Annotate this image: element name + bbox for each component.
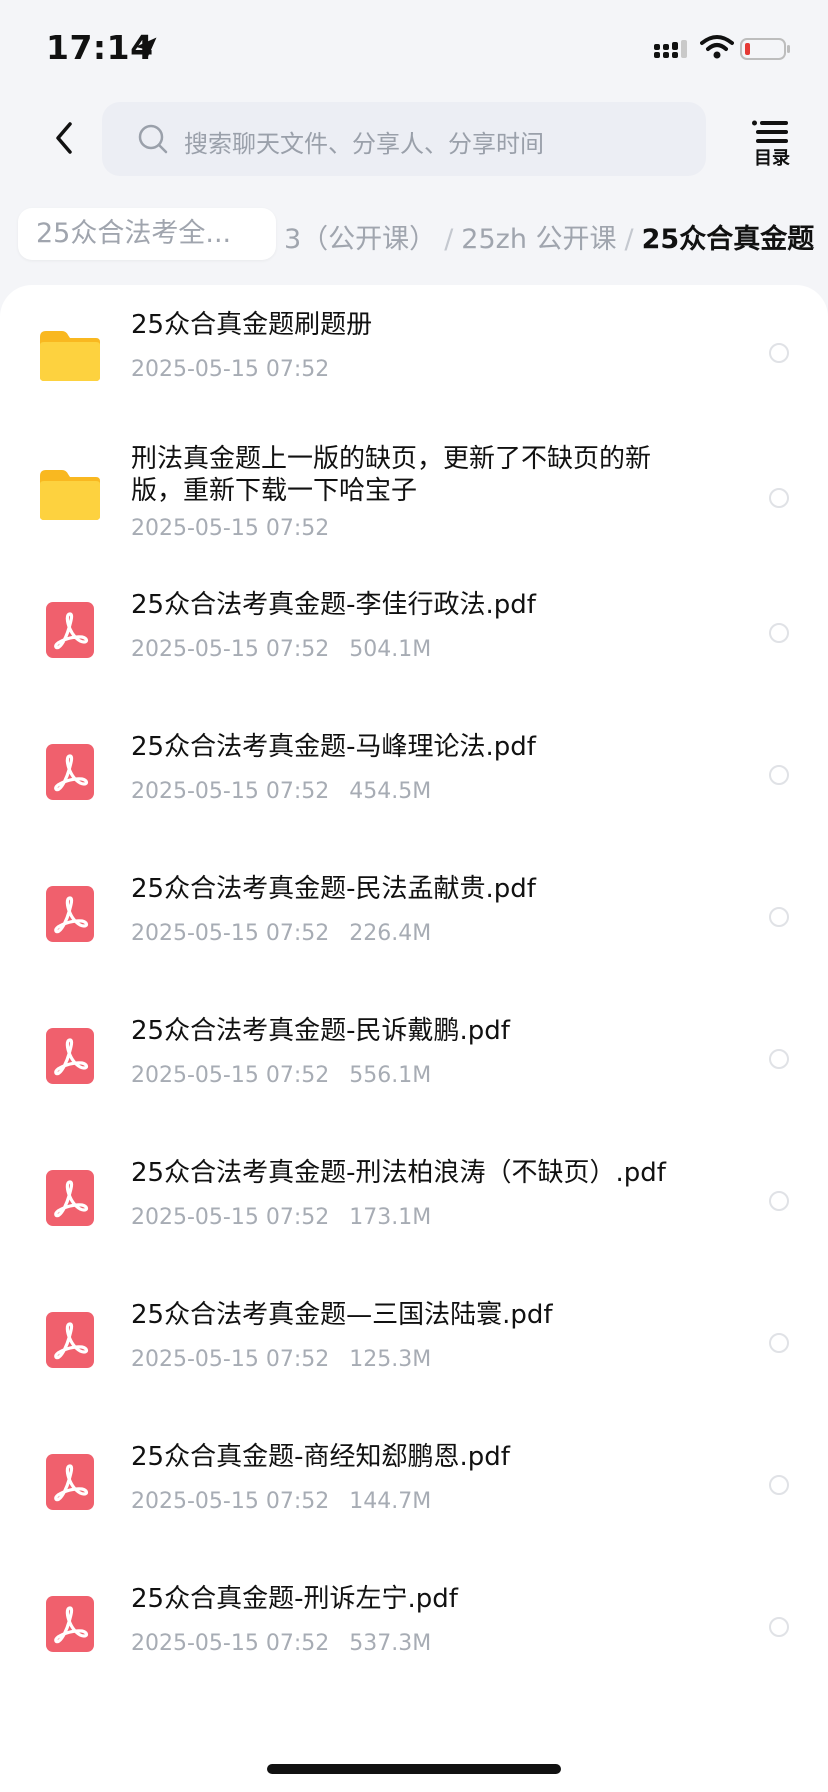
file-name: 25众合法考真金题-刑法柏浪涛（不缺页）.pdf bbox=[131, 1158, 666, 1188]
file-name: 25众合法考真金题-马峰理论法.pdf bbox=[131, 732, 536, 762]
file-name: 25众合法考真金题-民诉戴鹏.pdf bbox=[131, 1016, 510, 1046]
file-meta: 2025-05-15 07:52 125.3M bbox=[131, 1347, 431, 1372]
toc-label: 目录 bbox=[754, 148, 790, 169]
pdf-file-icon bbox=[46, 1028, 94, 1084]
home-indicator bbox=[267, 1764, 561, 1774]
file-date: 2025-05-15 07:52 bbox=[131, 1205, 330, 1230]
file-name: 25众合真金题-刑诉左宁.pdf bbox=[131, 1584, 458, 1614]
file-name: 刑法真金题上一版的缺页，更新了不缺页的新版，重新下载一下哈宝子 bbox=[131, 444, 652, 506]
back-chevron-icon[interactable] bbox=[48, 118, 84, 158]
file-meta: 2025-05-15 07:52 454.5M bbox=[131, 779, 431, 804]
search-icon bbox=[138, 124, 168, 154]
cellular-signal-icon bbox=[654, 40, 687, 58]
file-size: 125.3M bbox=[349, 1347, 432, 1372]
select-radio[interactable] bbox=[769, 488, 789, 508]
file-size: 144.7M bbox=[349, 1489, 432, 1514]
select-radio[interactable] bbox=[769, 1475, 789, 1495]
file-meta: 2025-05-15 07:52 504.1M bbox=[131, 637, 431, 662]
file-row[interactable]: 25众合法考真金题-李佳行政法.pdf 2025-05-15 07:52 504.1… bbox=[0, 565, 828, 695]
select-radio[interactable] bbox=[769, 343, 789, 363]
battery-icon bbox=[740, 38, 790, 60]
file-row[interactable]: 25众合法考真金题-民法孟献贵.pdf 2025-05-15 07:52 226.4… bbox=[0, 849, 828, 979]
breadcrumb-item-partial[interactable]: 3（公开课） bbox=[284, 224, 436, 255]
file-date: 2025-05-15 07:52 bbox=[131, 357, 330, 382]
pdf-file-icon bbox=[46, 1454, 94, 1510]
file-row[interactable]: 25众合法考真金题-刑法柏浪涛（不缺页）.pdf 2025-05-15 07:52… bbox=[0, 1133, 828, 1263]
toc-button[interactable]: 目录 bbox=[748, 120, 796, 169]
status-bar: 17:14 bbox=[0, 0, 828, 100]
breadcrumb-separator: / bbox=[624, 224, 634, 255]
pdf-file-icon bbox=[46, 886, 94, 942]
file-date: 2025-05-15 07:52 bbox=[131, 516, 330, 541]
file-meta: 2025-05-15 07:52 173.1M bbox=[131, 1205, 431, 1230]
file-size: 454.5M bbox=[349, 779, 432, 804]
breadcrumb-item-middle[interactable]: 25zh 公开课 bbox=[461, 224, 616, 255]
file-row[interactable]: 25众合真金题-刑诉左宁.pdf 2025-05-15 07:52 537.3M bbox=[0, 1559, 828, 1689]
file-row[interactable]: 25众合法考真金题—三国法陆寰.pdf 2025-05-15 07:52 125.3… bbox=[0, 1275, 828, 1405]
file-meta: 2025-05-15 07:52 537.3M bbox=[131, 1631, 431, 1656]
file-meta: 2025-05-15 07:52 bbox=[131, 516, 329, 541]
file-list: 25众合真金题刷题册 2025-05-15 07:52 刑法真金题上一版的缺页，更新… bbox=[0, 285, 828, 1792]
file-row[interactable]: 25众合真金题-商经知郄鹏恩.pdf 2025-05-15 07:52 144.7M bbox=[0, 1417, 828, 1547]
file-date: 2025-05-15 07:52 bbox=[131, 779, 330, 804]
select-radio[interactable] bbox=[769, 1333, 789, 1353]
list-icon bbox=[752, 120, 788, 143]
file-name: 25众合法考真金题-民法孟献贵.pdf bbox=[131, 874, 536, 904]
file-name: 25众合真金题刷题册 bbox=[131, 310, 373, 340]
file-name: 25众合真金题-商经知郄鹏恩.pdf bbox=[131, 1442, 510, 1472]
breadcrumb-root[interactable]: 25众合法考全... bbox=[18, 208, 276, 260]
pdf-file-icon bbox=[46, 1312, 94, 1368]
pdf-file-icon bbox=[46, 602, 94, 658]
file-meta: 2025-05-15 07:52 556.1M bbox=[131, 1063, 431, 1088]
pdf-file-icon bbox=[46, 1170, 94, 1226]
file-size: 173.1M bbox=[349, 1205, 432, 1230]
select-radio[interactable] bbox=[769, 765, 789, 785]
file-size: 537.3M bbox=[349, 1631, 432, 1656]
file-date: 2025-05-15 07:52 bbox=[131, 1489, 330, 1514]
file-meta: 2025-05-15 07:52 226.4M bbox=[131, 921, 431, 946]
file-date: 2025-05-15 07:52 bbox=[131, 637, 330, 662]
location-arrow-icon bbox=[135, 37, 157, 59]
file-date: 2025-05-15 07:52 bbox=[131, 1631, 330, 1656]
file-name: 25众合法考真金题—三国法陆寰.pdf bbox=[131, 1300, 553, 1330]
select-radio[interactable] bbox=[769, 623, 789, 643]
breadcrumb-current: 25众合真金题 bbox=[641, 224, 815, 255]
pdf-file-icon bbox=[46, 744, 94, 800]
select-radio[interactable] bbox=[769, 907, 789, 927]
file-date: 2025-05-15 07:52 bbox=[131, 1347, 330, 1372]
select-radio[interactable] bbox=[769, 1191, 789, 1211]
file-size: 504.1M bbox=[349, 637, 432, 662]
file-meta: 2025-05-15 07:52 bbox=[131, 357, 329, 382]
select-radio[interactable] bbox=[769, 1049, 789, 1069]
breadcrumb: 25众合法考全... 3（公开课）/25zh 公开课/25众合真金题 bbox=[0, 205, 828, 263]
file-size: 226.4M bbox=[349, 921, 432, 946]
file-meta: 2025-05-15 07:52 144.7M bbox=[131, 1489, 431, 1514]
file-date: 2025-05-15 07:52 bbox=[131, 921, 330, 946]
pdf-file-icon bbox=[46, 1596, 94, 1652]
file-row[interactable]: 25众合法考真金题-马峰理论法.pdf 2025-05-15 07:52 454.5… bbox=[0, 707, 828, 837]
breadcrumb-separator: / bbox=[444, 224, 454, 255]
file-name: 25众合法考真金题-李佳行政法.pdf bbox=[131, 590, 536, 620]
file-row[interactable]: 25众合法考真金题-民诉戴鹏.pdf 2025-05-15 07:52 556.1M bbox=[0, 991, 828, 1121]
search-placeholder: 搜索聊天文件、分享人、分享时间 bbox=[184, 130, 544, 158]
search-bar[interactable]: 搜索聊天文件、分享人、分享时间 bbox=[102, 102, 706, 176]
folder-icon bbox=[40, 331, 100, 381]
file-size: 556.1M bbox=[349, 1063, 432, 1088]
select-radio[interactable] bbox=[769, 1617, 789, 1637]
folder-icon bbox=[40, 470, 100, 520]
wifi-icon bbox=[700, 35, 734, 59]
file-date: 2025-05-15 07:52 bbox=[131, 1063, 330, 1088]
